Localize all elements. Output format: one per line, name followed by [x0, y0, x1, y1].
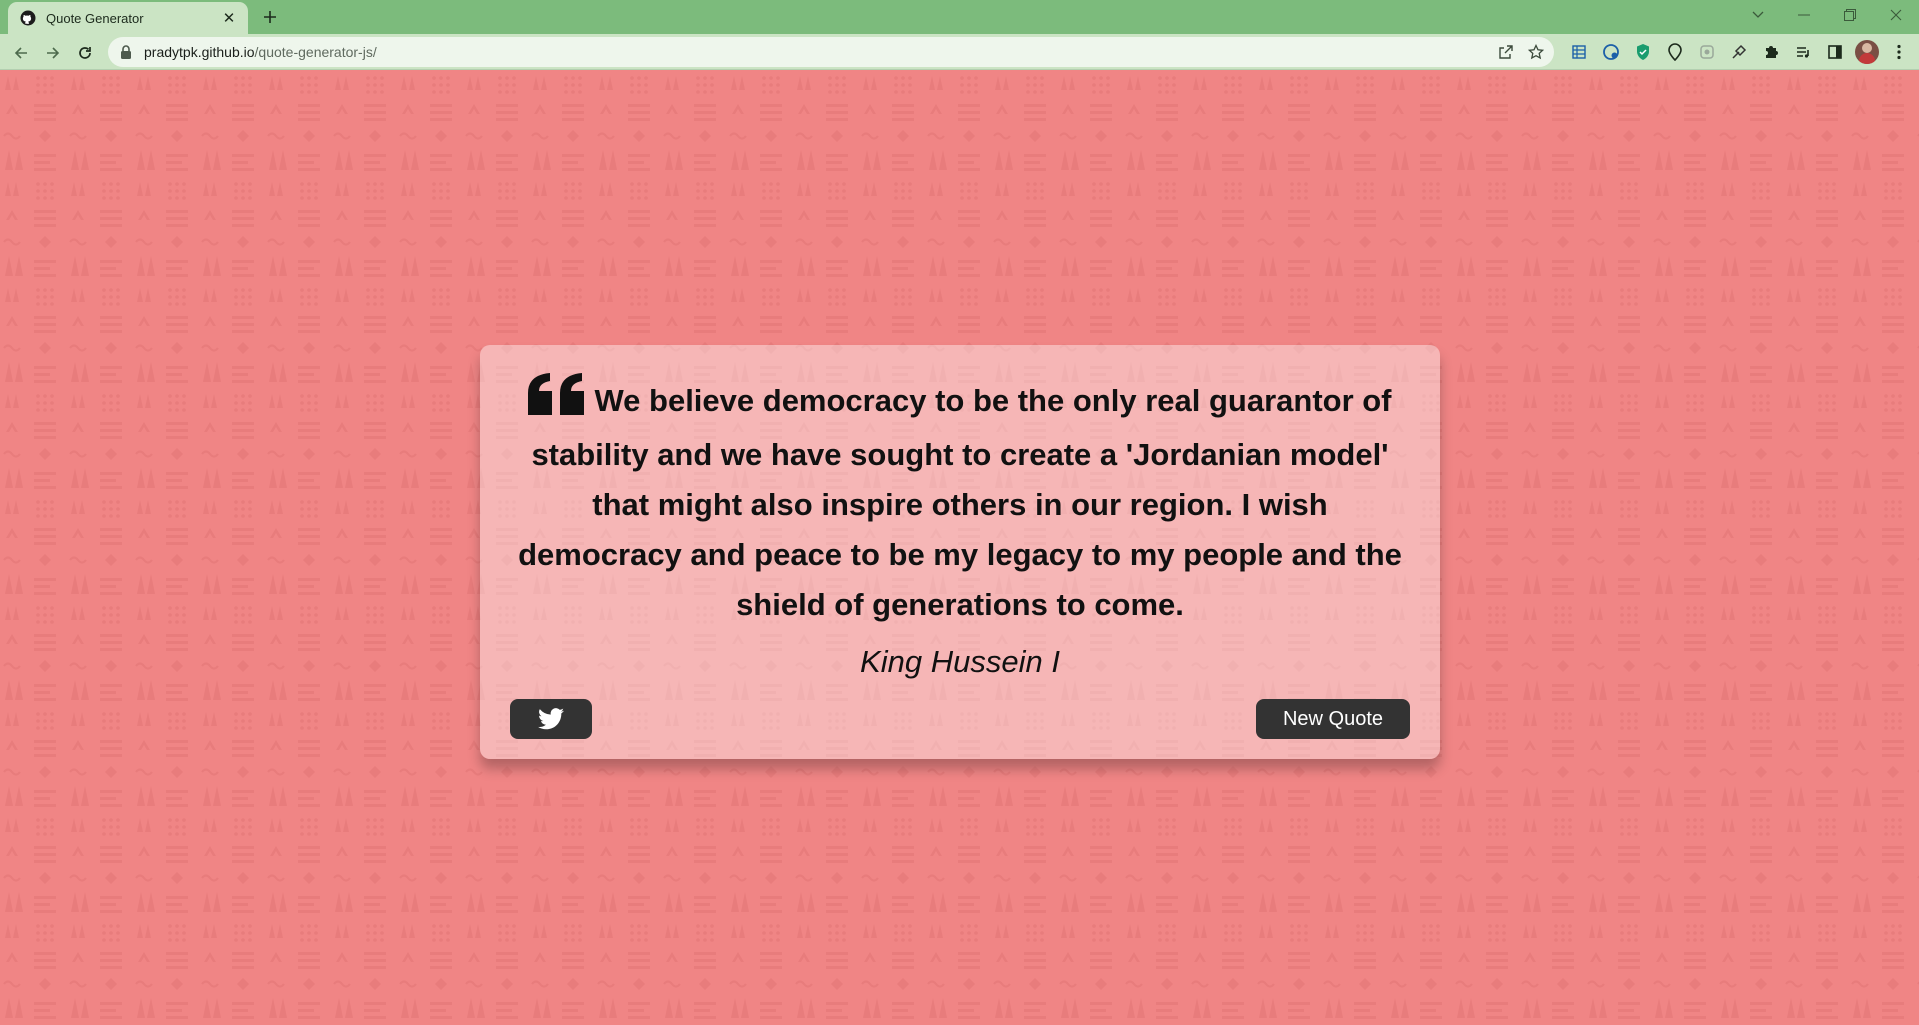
- twitter-icon: [538, 708, 564, 730]
- new-quote-button[interactable]: New Quote: [1256, 699, 1410, 739]
- github-icon: [20, 10, 36, 26]
- shield-icon: [1637, 44, 1649, 60]
- quote-author: King Hussein I: [860, 644, 1060, 679]
- profile-button[interactable]: [1854, 39, 1880, 65]
- minimize-button[interactable]: [1781, 0, 1827, 30]
- extensions-button[interactable]: [1758, 39, 1784, 65]
- quote-text: We believe democracy to be the only real…: [518, 383, 1402, 622]
- plus-icon: [264, 11, 276, 23]
- restore-icon: [1844, 9, 1856, 21]
- kebab-menu-icon: [1897, 44, 1901, 60]
- quote-text-block: We believe democracy to be the only real…: [510, 373, 1410, 630]
- close-tab-icon[interactable]: ✕: [220, 9, 238, 27]
- reload-icon: [79, 47, 91, 59]
- address-bar[interactable]: pradytpk.github.io/quote-generator-js/: [108, 37, 1554, 67]
- browser-toolbar: pradytpk.github.io/quote-generator-js/: [0, 34, 1919, 70]
- url-host: pradytpk.github.io: [144, 44, 255, 60]
- quote-card: We believe democracy to be the only real…: [480, 345, 1440, 759]
- globe-icon: [1603, 44, 1619, 60]
- share-icon: [1499, 45, 1513, 59]
- extension-box-button[interactable]: [1694, 39, 1720, 65]
- star-icon: [1528, 44, 1544, 60]
- minimize-icon: [1798, 14, 1810, 16]
- lock-icon: [120, 45, 134, 59]
- url-path: /quote-generator-js/: [254, 44, 377, 60]
- close-window-button[interactable]: [1873, 0, 1919, 30]
- extension-grid-button[interactable]: [1566, 39, 1592, 65]
- close-icon: [1890, 9, 1902, 21]
- tab-title: Quote Generator: [46, 10, 144, 26]
- side-panel-button[interactable]: [1822, 39, 1848, 65]
- forward-button[interactable]: [40, 40, 66, 66]
- browser-menu-button[interactable]: [1886, 39, 1912, 65]
- extension-shield-button[interactable]: [1630, 39, 1656, 65]
- media-controls-button[interactable]: [1790, 39, 1816, 65]
- back-button[interactable]: [8, 40, 34, 66]
- reload-button[interactable]: [72, 40, 98, 66]
- box-icon: [1700, 45, 1714, 59]
- extension-globe-button[interactable]: [1598, 39, 1624, 65]
- arrow-right-icon: [47, 47, 60, 59]
- grid-icon: [1572, 45, 1586, 59]
- share-button[interactable]: [1494, 40, 1518, 64]
- bookmark-button[interactable]: [1524, 40, 1548, 64]
- extension-eyedropper-button[interactable]: [1726, 39, 1752, 65]
- avatar: [1855, 40, 1879, 64]
- browser-tab-bar: Quote Generator ✕: [0, 0, 1919, 34]
- browser-tab[interactable]: Quote Generator ✕: [8, 2, 248, 34]
- page-background: We believe democracy to be the only real…: [0, 70, 1919, 1025]
- new-tab-button[interactable]: [258, 5, 282, 29]
- playlist-icon: [1797, 47, 1809, 58]
- extension-location-button[interactable]: [1662, 39, 1688, 65]
- arrow-left-icon: [14, 47, 27, 59]
- chevron-down-icon: [1752, 11, 1764, 18]
- tab-search-button[interactable]: [1735, 0, 1781, 30]
- puzzle-icon: [1766, 46, 1778, 58]
- quote-mark-icon: [528, 373, 586, 430]
- side-panel-icon: [1828, 45, 1842, 59]
- url-text: pradytpk.github.io/quote-generator-js/: [144, 44, 377, 60]
- tweet-quote-button[interactable]: [510, 699, 592, 739]
- eyedropper-icon: [1732, 44, 1747, 59]
- restore-button[interactable]: [1827, 0, 1873, 30]
- map-pin-icon: [1668, 43, 1682, 61]
